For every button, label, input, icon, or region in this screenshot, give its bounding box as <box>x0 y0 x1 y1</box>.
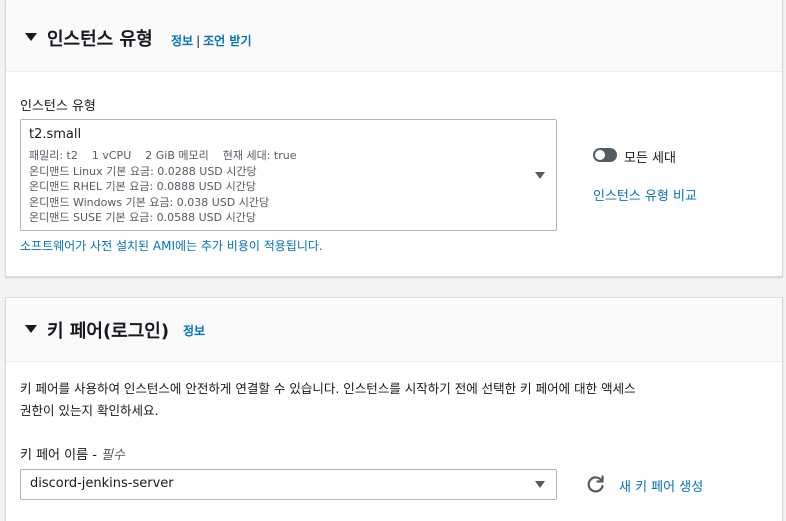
key-pair-description-line2: 권한이 있는지 확인하세요. <box>20 403 159 418</box>
create-key-pair-link[interactable]: 새 키 페어 생성 <box>619 476 703 495</box>
refresh-icon[interactable] <box>586 474 606 494</box>
chevron-down-icon[interactable] <box>535 481 545 488</box>
info-links: 정보 <box>183 322 205 339</box>
instance-family: 패밀리: t2 <box>29 149 78 162</box>
link-separator: | <box>196 34 201 48</box>
key-pair-name-label: 키 페어 이름 - 필수 <box>20 444 125 463</box>
all-generations-toggle[interactable] <box>593 148 617 162</box>
instance-type-header[interactable]: 인스턴스 유형 정보 | 조언 받기 <box>6 0 782 72</box>
instance-vcpu: 1 vCPU <box>91 149 132 162</box>
suse-price: 온디맨드 SUSE 기본 요금: 0.0588 USD 시간당 <box>29 211 256 224</box>
advice-link[interactable]: 조언 받기 <box>203 34 251 48</box>
instance-type-title: 인스턴스 유형 <box>47 29 153 50</box>
rhel-price: 온디맨드 RHEL 기본 요금: 0.0888 USD 시간당 <box>29 180 256 193</box>
expand-caret-icon[interactable] <box>25 33 37 41</box>
compare-instance-types-link[interactable]: 인스턴스 유형 비교 <box>593 185 697 204</box>
instance-memory: 2 GiB 메모리 <box>145 149 209 162</box>
toggle-knob <box>595 150 605 160</box>
instance-specs: 패밀리: t2 1 vCPU 2 GiB 메모리 현재 세대: true <box>29 147 297 163</box>
linux-price: 온디맨드 Linux 기본 요금: 0.0288 USD 시간당 <box>29 165 257 178</box>
chevron-down-icon[interactable] <box>535 172 545 179</box>
instance-current-gen: 현재 세대: true <box>222 149 297 162</box>
key-pair-select[interactable]: discord-jenkins-server <box>20 469 557 500</box>
info-link[interactable]: 정보 <box>183 324 205 338</box>
instance-type-select[interactable]: t2.small 패밀리: t2 1 vCPU 2 GiB 메모리 현재 세대: tr… <box>20 119 557 231</box>
key-pair-name-label-text: 키 페어 이름 - <box>20 448 102 463</box>
key-pair-selected-value: discord-jenkins-server <box>30 476 174 491</box>
windows-price: 온디맨드 Windows 기본 요금: 0.038 USD 시간당 <box>29 196 270 209</box>
instance-type-label: 인스턴스 유형 <box>20 99 96 114</box>
info-links: 정보 | 조언 받기 <box>171 32 251 49</box>
info-link[interactable]: 정보 <box>171 34 193 48</box>
instance-name: t2.small <box>29 127 82 142</box>
key-pair-title: 키 페어(로그인) <box>47 321 170 342</box>
key-pair-description-line1: 키 페어를 사용하여 인스턴스에 안전하게 연결할 수 있습니다. 인스턴스를 … <box>20 381 636 396</box>
ami-cost-note-link[interactable]: 소프트웨어가 사전 설치된 AMI에는 추가 비용이 적용됩니다. <box>20 237 323 254</box>
all-generations-label: 모든 세대 <box>624 151 676 166</box>
expand-caret-icon[interactable] <box>25 325 37 333</box>
key-pair-header[interactable]: 키 페어(로그인) 정보 <box>6 298 782 362</box>
required-label: 필수 <box>101 448 125 463</box>
